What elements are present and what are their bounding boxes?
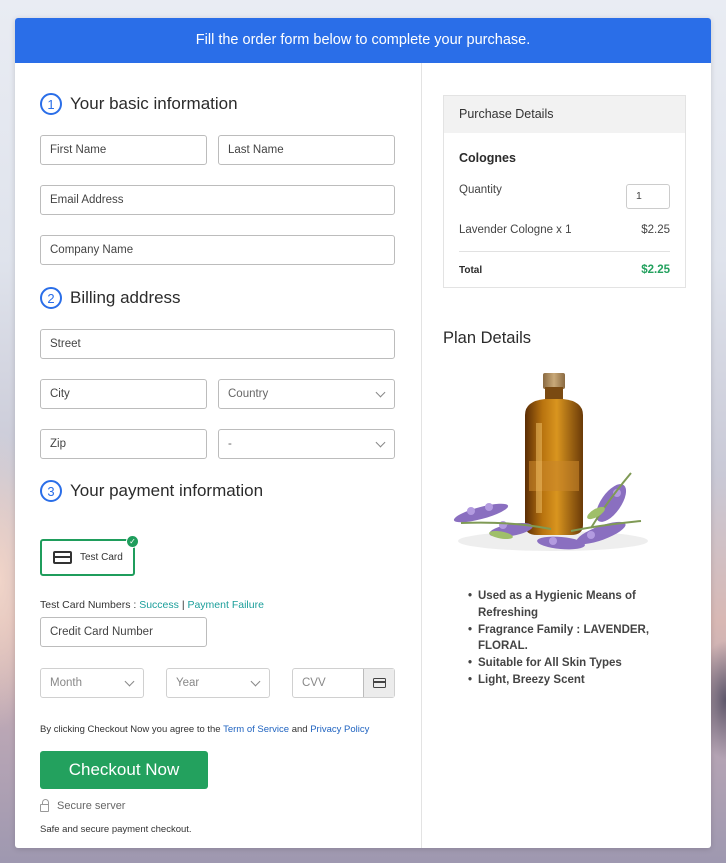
- payment-failure-link[interactable]: Payment Failure: [187, 599, 263, 611]
- cvv-placeholder: CVV: [302, 677, 326, 689]
- section-basic-info: 1 Your basic information: [40, 93, 238, 115]
- line-item-name: Lavender Cologne x 1: [459, 224, 572, 236]
- chevron-down-icon: [124, 676, 135, 686]
- step-number: 3: [40, 480, 62, 502]
- terms-prefix: By clicking Checkout Now you agree to th…: [40, 724, 221, 735]
- year-select[interactable]: Year: [166, 668, 270, 698]
- checkmark-icon: ✓: [126, 535, 139, 548]
- chevron-down-icon: [250, 676, 261, 686]
- chevron-down-icon: [375, 437, 386, 447]
- card-number-input[interactable]: Credit Card Number: [40, 617, 207, 647]
- section-title: Your payment information: [70, 481, 264, 500]
- country-select[interactable]: Country: [218, 379, 395, 409]
- month-select-value: Month: [50, 677, 82, 689]
- feature-item: Used as a Hygienic Means of Refreshing: [468, 588, 668, 622]
- cologne-bottle-image: [453, 373, 648, 551]
- cvv-help-button[interactable]: [363, 669, 394, 697]
- total-value: $2.25: [641, 264, 670, 276]
- first-name-input[interactable]: First Name: [40, 135, 207, 165]
- line-item-row: Lavender Cologne x 1 $2.25: [459, 224, 670, 236]
- email-input[interactable]: Email Address: [40, 185, 395, 215]
- state-select[interactable]: -: [218, 429, 395, 459]
- country-select-value: Country: [228, 388, 269, 400]
- checkout-card: Fill the order form below to complete yo…: [15, 18, 711, 848]
- line-item-price: $2.25: [641, 224, 670, 236]
- chevron-down-icon: [375, 387, 386, 397]
- payment-method-test-card[interactable]: Test Card ✓: [40, 535, 139, 576]
- plan-details-title: Plan Details: [443, 329, 532, 347]
- secure-server-label: Secure server: [57, 800, 126, 812]
- state-select-value: -: [228, 438, 232, 450]
- order-banner: Fill the order form below to complete yo…: [15, 18, 711, 63]
- quantity-input[interactable]: 1: [626, 183, 670, 209]
- product-group: Colognes: [459, 151, 670, 165]
- divider: [459, 251, 670, 252]
- section-title: Billing address: [70, 288, 181, 307]
- credit-card-icon: [372, 678, 386, 688]
- zip-input[interactable]: Zip: [40, 429, 207, 459]
- test-card-numbers-label: Test Card Numbers :: [40, 599, 137, 611]
- quantity-row: Quantity 1: [459, 182, 670, 210]
- safe-checkout-text: Safe and secure payment checkout.: [40, 824, 192, 835]
- year-select-value: Year: [176, 677, 200, 689]
- feature-item: Light, Breezy Scent: [468, 672, 668, 689]
- step-number: 1: [40, 93, 62, 115]
- plan-features-list: Used as a Hygienic Means of Refreshing F…: [468, 588, 668, 689]
- credit-card-icon: [53, 551, 72, 564]
- order-form: 1 Your basic information First Name Last…: [15, 63, 422, 848]
- terms-of-service-link[interactable]: Term of Service: [223, 724, 289, 735]
- cvv-input[interactable]: CVV: [292, 668, 395, 698]
- section-payment: 3 Your payment information: [40, 480, 263, 502]
- order-summary: Purchase Details Colognes Quantity 1 Lav…: [423, 63, 711, 848]
- quantity-label: Quantity: [459, 184, 502, 196]
- last-name-input[interactable]: Last Name: [218, 135, 395, 165]
- success-link[interactable]: Success: [139, 599, 179, 611]
- product-group-title: Colognes: [459, 151, 516, 165]
- total-row: Total $2.25: [459, 264, 670, 276]
- total-label: Total: [459, 264, 483, 276]
- step-number: 2: [40, 287, 62, 309]
- checkout-now-button[interactable]: Checkout Now: [40, 751, 208, 789]
- street-input[interactable]: Street: [40, 329, 395, 359]
- payment-method-label: Test Card: [80, 552, 123, 563]
- link-separator: |: [181, 599, 185, 611]
- test-card-numbers: Test Card Numbers : Success | Payment Fa…: [40, 599, 264, 611]
- feature-item: Suitable for All Skin Types: [468, 655, 668, 672]
- section-title: Your basic information: [70, 94, 238, 113]
- purchase-details-header: Purchase Details: [444, 96, 685, 133]
- month-select[interactable]: Month: [40, 668, 144, 698]
- lock-icon: [40, 798, 49, 812]
- secure-server: Secure server: [40, 798, 126, 812]
- feature-item: Fragrance Family : LAVENDER, FLORAL.: [468, 622, 668, 656]
- terms-and: and: [291, 724, 308, 735]
- company-input[interactable]: Company Name: [40, 235, 395, 265]
- city-input[interactable]: City: [40, 379, 207, 409]
- terms-text: By clicking Checkout Now you agree to th…: [40, 724, 369, 735]
- purchase-details-box: Purchase Details Colognes Quantity 1 Lav…: [443, 95, 686, 288]
- privacy-policy-link[interactable]: Privacy Policy: [310, 724, 369, 735]
- section-billing: 2 Billing address: [40, 287, 181, 309]
